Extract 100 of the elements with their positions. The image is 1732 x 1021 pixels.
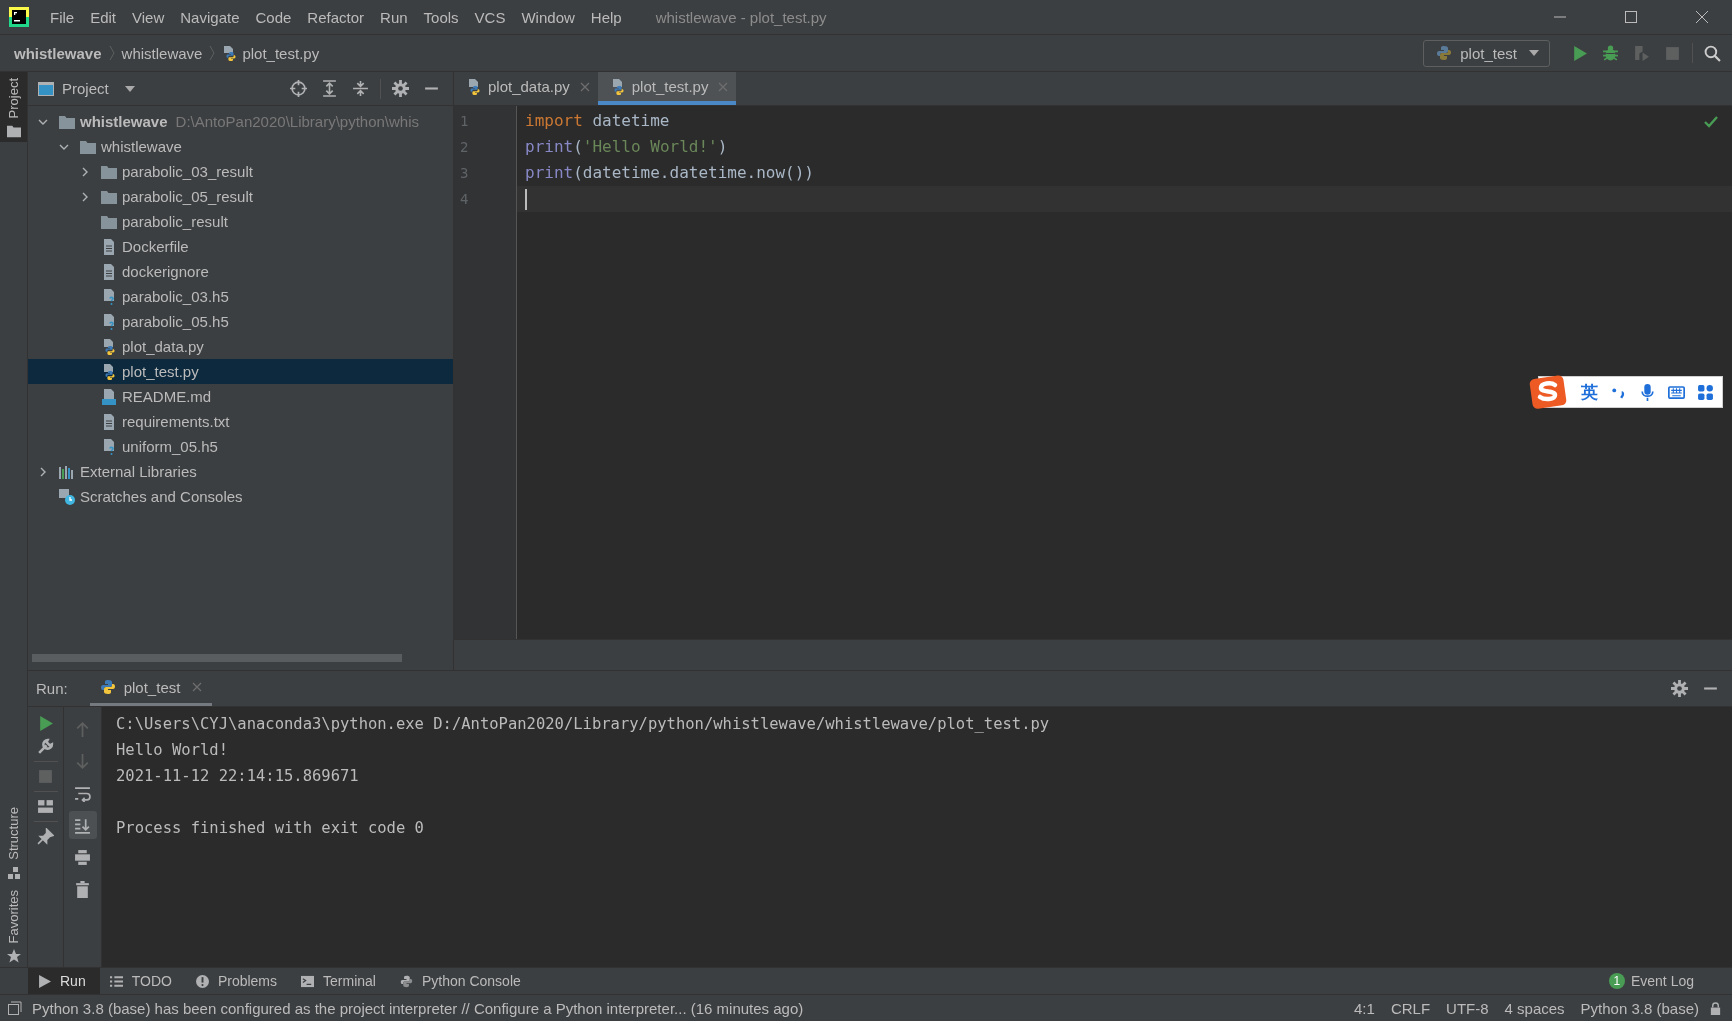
lock-icon[interactable] (1709, 1001, 1722, 1015)
question-file-icon (101, 438, 117, 455)
tree-item[interactable]: uniform_05.h5 (28, 434, 453, 459)
close-icon[interactable] (1696, 11, 1708, 23)
soft-wrap-icon[interactable] (74, 784, 91, 802)
tool-window-button[interactable]: Python Console (389, 968, 535, 994)
play-icon (38, 974, 51, 988)
structure-tool-tab[interactable]: Structure (0, 800, 27, 884)
structure-icon (6, 865, 21, 880)
keyboard-icon[interactable] (1668, 383, 1685, 401)
code-line: print(datetime.datetime.now()) (525, 162, 814, 184)
menu-item[interactable]: Window (514, 8, 584, 26)
window-title: whistlewave - plot_test.py (655, 8, 827, 26)
python-file-icon (101, 363, 117, 380)
pin-icon[interactable] (37, 828, 54, 845)
ime-logo-icon[interactable] (1529, 375, 1569, 409)
tree-item[interactable]: dockerignore (28, 259, 453, 284)
caret-icon (1529, 50, 1539, 56)
menu-item[interactable]: VCS (467, 8, 515, 26)
tool-window-button[interactable]: Run (28, 968, 100, 994)
console-output-line: Hello World! (116, 741, 228, 759)
tree-item[interactable]: README.md (28, 384, 453, 409)
menu-item[interactable]: Run (373, 8, 417, 26)
microphone-icon[interactable] (1639, 383, 1656, 401)
breadcrumb[interactable]: plot_test.py (222, 44, 320, 62)
breadcrumb[interactable]: whistlewave (14, 44, 102, 62)
menu-item[interactable]: Edit (83, 8, 126, 26)
project-tool-tab[interactable]: Project (0, 72, 27, 143)
bug-icon[interactable] (1602, 44, 1619, 62)
event-log-button[interactable]: 1 Event Log (1608, 973, 1732, 989)
tree-item[interactable]: Scratches and Consoles (28, 484, 453, 509)
tree-item[interactable]: Dockerfile (28, 234, 453, 259)
status-item[interactable]: Python 3.8 (base) (1580, 999, 1699, 1017)
panel-toggle-icon[interactable] (8, 1001, 22, 1015)
layout-icon[interactable] (37, 798, 54, 815)
trash-icon[interactable] (74, 880, 91, 898)
collapse-all-icon[interactable] (352, 80, 369, 97)
scroll-to-end-icon[interactable] (74, 816, 91, 834)
console-output-line: 2021-11-12 22:14:15.869671 (116, 767, 359, 785)
tool-window-button[interactable]: TODO (99, 968, 186, 994)
star-icon (6, 949, 21, 963)
terminal-icon (301, 974, 315, 988)
scroll-to-end-button[interactable] (68, 811, 97, 839)
menu-item[interactable]: Help (583, 8, 631, 26)
tree-item[interactable]: plot_data.py (28, 334, 453, 359)
menu-item[interactable]: Tools (416, 8, 468, 26)
editor-tab[interactable]: plot_test.py (597, 72, 737, 105)
status-item[interactable]: UTF-8 (1446, 999, 1489, 1017)
project-view-dropdown[interactable]: Project (38, 80, 135, 97)
search-icon[interactable] (1704, 44, 1721, 62)
tree-item[interactable]: External Libraries (28, 459, 453, 484)
status-item[interactable]: 4 spaces (1504, 999, 1565, 1017)
tool-window-button[interactable]: Problems (185, 968, 292, 994)
settings-icon[interactable] (392, 80, 409, 97)
settings-icon[interactable] (1671, 680, 1688, 697)
grid-icon[interactable] (1697, 383, 1714, 401)
tree-item[interactable]: parabolic_05.h5 (28, 309, 453, 334)
tree-item[interactable]: parabolic_03_result (28, 159, 453, 184)
status-item[interactable]: CRLF (1390, 999, 1431, 1017)
python-icon (399, 974, 413, 988)
menu-item[interactable]: Refactor (300, 8, 374, 26)
wrench-icon[interactable] (37, 738, 54, 755)
locate-icon[interactable] (290, 80, 307, 97)
tool-window-button[interactable]: Terminal (291, 968, 390, 994)
favorites-tool-tab[interactable]: Favorites (0, 883, 27, 967)
tree-item[interactable]: requirements.txt (28, 409, 453, 434)
tree-item[interactable]: parabolic_result (28, 209, 453, 234)
folder-icon (101, 188, 117, 205)
code-line: print('Hello World!') (525, 136, 728, 158)
run-icon[interactable] (1571, 44, 1588, 62)
expand-all-icon[interactable] (321, 80, 338, 97)
tree-item[interactable]: plot_test.py (28, 359, 453, 384)
tree-item[interactable]: whistlewave (28, 134, 453, 159)
editor-tab[interactable]: plot_data.py (454, 72, 598, 105)
text-file-icon (101, 413, 117, 430)
warning-icon (195, 974, 209, 988)
menu-item[interactable]: View (125, 8, 174, 26)
code-line: import datetime (525, 110, 670, 132)
maximize-icon[interactable] (1625, 11, 1637, 23)
tree-item[interactable]: whistlewave D:\AntoPan2020\Library\python\whis (28, 109, 453, 134)
ime-mode-toggle[interactable]: 英 (1581, 380, 1598, 404)
caret-icon (124, 85, 135, 92)
console-output-line: Process finished with exit code 0 (116, 819, 424, 837)
menu-item[interactable]: File (43, 8, 84, 26)
tree-item[interactable]: parabolic_03.h5 (28, 284, 453, 309)
menu-item[interactable]: Navigate (173, 8, 249, 26)
notification-badge: 1 (1608, 973, 1625, 989)
app-logo-icon (9, 7, 29, 27)
python-icon (1436, 45, 1453, 61)
status-item[interactable]: 4:1 (1354, 999, 1375, 1017)
menu-item[interactable]: Code (248, 8, 301, 26)
rerun-icon[interactable] (37, 715, 54, 732)
tree-item[interactable]: parabolic_05_result (28, 184, 453, 209)
run-configuration-dropdown[interactable]: plot_test (1423, 39, 1550, 67)
folder-icon (101, 163, 117, 180)
folder-path: D:\AntoPan2020\Library\python\whis (175, 113, 420, 130)
text-file-icon (101, 238, 117, 255)
printer-icon[interactable] (74, 848, 91, 866)
scrollbar-thumb[interactable] (32, 654, 402, 662)
breadcrumb[interactable]: whistlewave (121, 44, 203, 62)
